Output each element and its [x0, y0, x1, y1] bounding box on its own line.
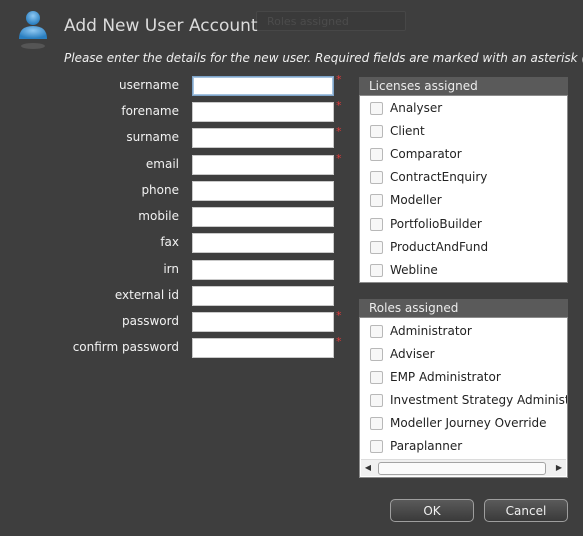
- license-label: Modeller: [390, 193, 442, 207]
- license-checkbox[interactable]: [370, 102, 383, 115]
- required-marker: *: [336, 73, 342, 86]
- irn-input[interactable]: [192, 260, 334, 280]
- role-label: Administrator: [390, 324, 472, 338]
- roles-horizontal-scrollbar[interactable]: ◀ ▶: [361, 459, 566, 476]
- roles-list: Administrator Adviser EMP Administrator …: [359, 317, 568, 478]
- required-marker: *: [336, 309, 342, 322]
- role-checkbox[interactable]: [370, 440, 383, 453]
- form-row-external-id: external id: [0, 286, 350, 306]
- form-row-mobile: mobile: [0, 207, 350, 227]
- fax-label: fax: [160, 235, 179, 249]
- phone-input[interactable]: [192, 181, 334, 201]
- password-input[interactable]: [192, 312, 334, 332]
- scroll-left-arrow-icon[interactable]: ◀: [361, 460, 375, 476]
- license-label: PortfolioBuilder: [390, 217, 482, 231]
- mobile-label: mobile: [138, 209, 179, 223]
- role-label: Modeller Journey Override: [390, 416, 547, 430]
- role-label: EMP Administrator: [390, 370, 501, 384]
- username-label: username: [119, 78, 179, 92]
- role-label: Adviser: [390, 347, 435, 361]
- license-label: ProductAndFund: [390, 240, 489, 254]
- external-id-input[interactable]: [192, 286, 334, 306]
- external-id-label: external id: [114, 288, 179, 302]
- license-checkbox[interactable]: [370, 171, 383, 184]
- required-marker: *: [336, 99, 342, 112]
- instructions-text: Please enter the details for the new use…: [64, 51, 583, 65]
- form-row-password: password *: [0, 309, 350, 332]
- license-label: ContractEnquiry: [390, 170, 488, 184]
- form-row-surname: surname *: [0, 125, 350, 148]
- required-marker: *: [336, 335, 342, 348]
- role-checkbox[interactable]: [370, 417, 383, 430]
- form-row-irn: irn: [0, 260, 350, 280]
- cancel-button[interactable]: Cancel: [484, 499, 568, 522]
- license-label: Client: [390, 124, 425, 138]
- irn-label: irn: [163, 262, 179, 276]
- surname-label: surname: [126, 130, 179, 144]
- email-label: email: [145, 157, 179, 171]
- required-marker: *: [336, 125, 342, 138]
- role-label: Investment Strategy Administrator: [390, 393, 567, 407]
- dialog-title: Add New User Account: [64, 16, 258, 36]
- license-checkbox[interactable]: [370, 218, 383, 231]
- role-checkbox[interactable]: [370, 348, 383, 361]
- roles-header: Roles assigned: [359, 299, 568, 317]
- form-row-email: email *: [0, 152, 350, 175]
- licenses-list: Analyser Client Comparator ContractEnqui…: [359, 95, 568, 283]
- password-label: password: [122, 314, 179, 328]
- mobile-input[interactable]: [192, 207, 334, 227]
- fax-input[interactable]: [192, 233, 334, 253]
- required-marker: *: [336, 152, 342, 165]
- phone-label: phone: [141, 183, 179, 197]
- licenses-header: Licenses assigned: [359, 77, 568, 95]
- license-checkbox[interactable]: [370, 194, 383, 207]
- role-label: Paraplanner: [390, 439, 463, 453]
- form-row-fax: fax: [0, 233, 350, 253]
- forename-label: forename: [121, 104, 179, 118]
- form-row-forename: forename *: [0, 99, 350, 122]
- license-label: Comparator: [390, 147, 462, 161]
- license-label: Webline: [390, 263, 438, 277]
- forename-input[interactable]: [192, 102, 334, 122]
- roles-scroll-viewport: Administrator Adviser EMP Administrator …: [360, 318, 567, 477]
- role-checkbox[interactable]: [370, 394, 383, 407]
- scrollbar-thumb[interactable]: [378, 462, 546, 475]
- scroll-right-arrow-icon[interactable]: ▶: [552, 460, 566, 476]
- form-row-confirm-password: confirm password *: [0, 335, 350, 358]
- form-row-username: username *: [0, 73, 350, 96]
- role-checkbox[interactable]: [370, 371, 383, 384]
- confirm-password-input[interactable]: [192, 338, 334, 358]
- surname-input[interactable]: [192, 128, 334, 148]
- license-checkbox[interactable]: [370, 241, 383, 254]
- license-checkbox[interactable]: [370, 264, 383, 277]
- user-icon: [19, 11, 47, 49]
- background-field: Roles assigned: [256, 11, 406, 31]
- confirm-password-label: confirm password: [72, 340, 179, 354]
- username-input[interactable]: [192, 76, 334, 96]
- license-checkbox[interactable]: [370, 148, 383, 161]
- license-checkbox[interactable]: [370, 125, 383, 138]
- role-checkbox[interactable]: [370, 325, 383, 338]
- form-row-phone: phone: [0, 181, 350, 201]
- ok-button[interactable]: OK: [390, 499, 474, 522]
- license-label: Analyser: [390, 101, 443, 115]
- email-input[interactable]: [192, 155, 334, 175]
- add-user-dialog: Roles assigned Add New User Account Plea…: [0, 0, 583, 536]
